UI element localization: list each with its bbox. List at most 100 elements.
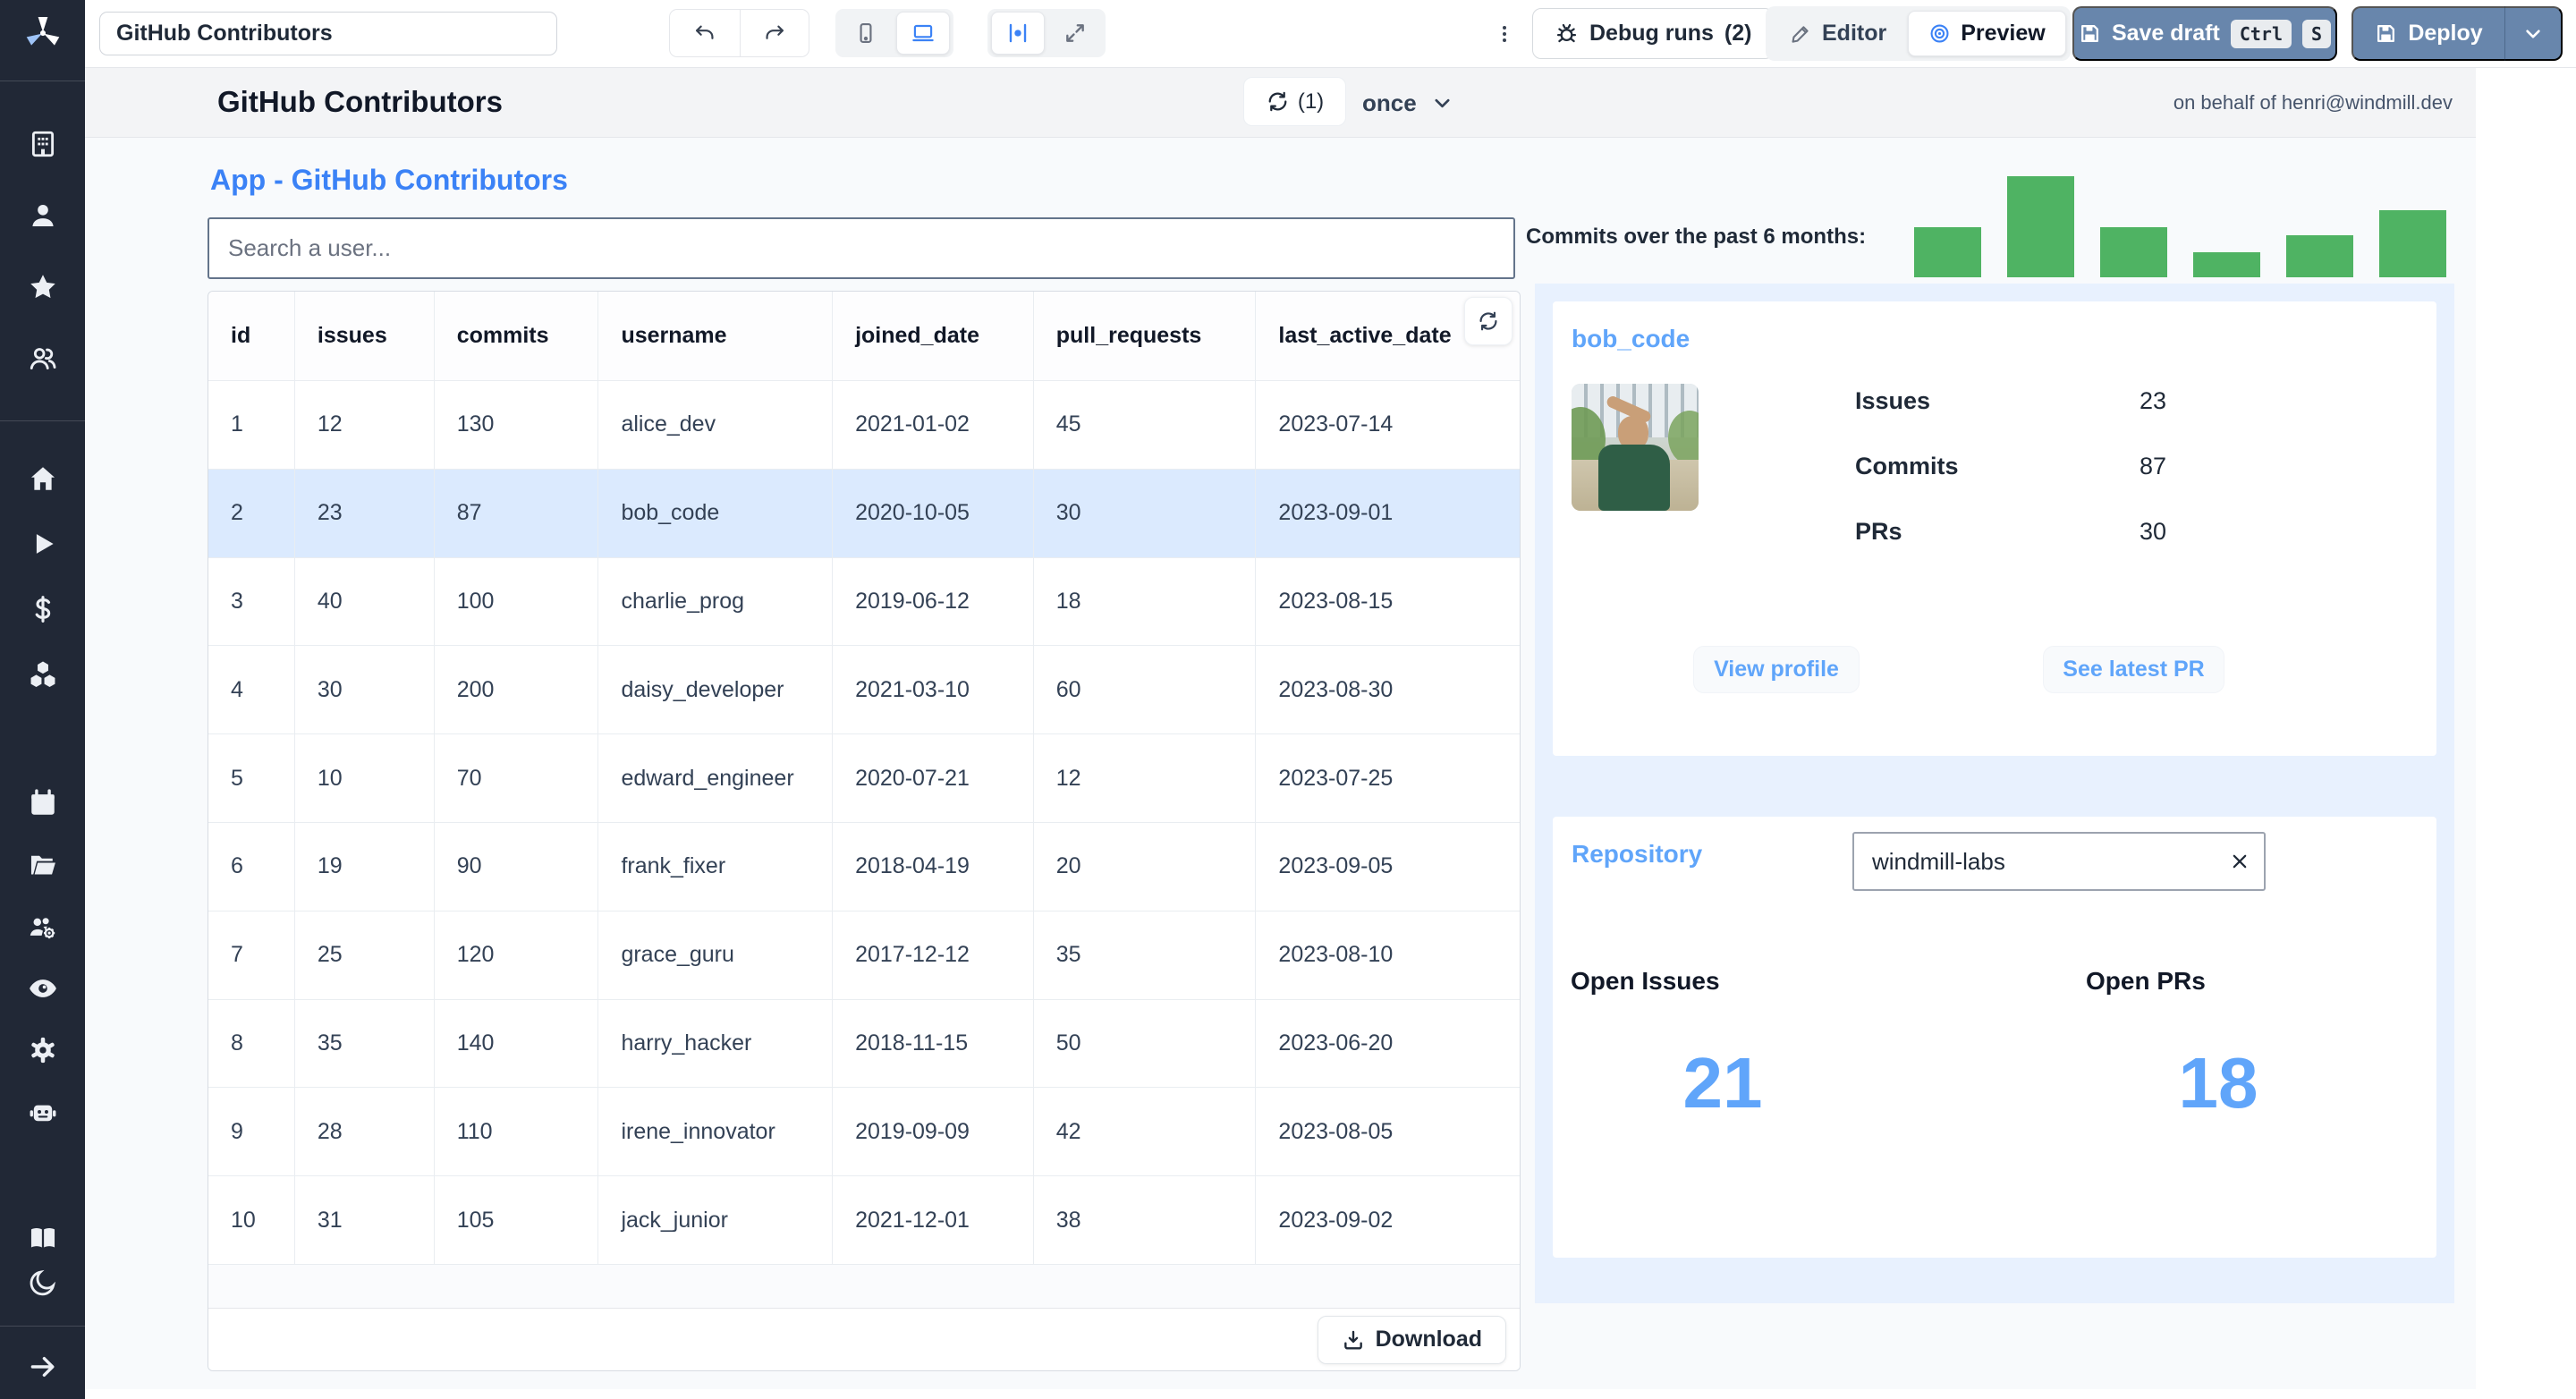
device-toggle [835, 9, 953, 57]
table-cell: bob_code [598, 469, 834, 557]
table-row[interactable]: 1 12 130 alice_dev 2021-01-02 45 2023-07… [208, 381, 1520, 470]
table-empty-strip [208, 1264, 1520, 1310]
table-cell: jack_junior [598, 1176, 834, 1264]
top-toolbar: Debug runs (2) Editor Preview Save draft… [85, 0, 2576, 68]
sidebar-group-bottom [0, 1223, 85, 1298]
building-icon[interactable] [28, 129, 58, 159]
table-cell: 110 [435, 1088, 599, 1176]
folder-icon[interactable] [28, 850, 58, 880]
table-row[interactable]: 7 25 120 grace_guru 2017-12-12 35 2023-0… [208, 911, 1520, 1000]
undo-button[interactable] [670, 10, 740, 56]
table-cell: 2021-03-10 [833, 646, 1034, 734]
table-cell: 25 [295, 911, 435, 999]
table-row[interactable]: 3 40 100 charlie_prog 2019-06-12 18 2023… [208, 557, 1520, 647]
table-cell: 28 [295, 1088, 435, 1176]
star-icon[interactable] [28, 272, 58, 302]
download-button[interactable]: Download [1317, 1315, 1506, 1364]
chevron-down-icon [1431, 92, 1453, 114]
open-issues-value: 21 [1682, 1043, 1763, 1123]
table-cell: 2023-08-15 [1278, 588, 1394, 614]
see-latest-pr-button[interactable]: See latest PR [2043, 646, 2224, 693]
schedule-dropdown[interactable]: once [1362, 68, 1453, 138]
table-footer: Download [208, 1308, 1520, 1370]
users-cog-icon[interactable] [28, 911, 58, 942]
table-header-cell: joined_date [833, 292, 1034, 380]
users-icon[interactable] [28, 343, 58, 374]
table-row[interactable]: 8 35 140 harry_hacker 2018-11-15 50 2023… [208, 999, 1520, 1089]
refresh-app-button[interactable]: (1) [1243, 77, 1346, 126]
save-draft-button[interactable]: Save draft Ctrl S [2072, 6, 2337, 61]
app-header-band: GitHub Contributors (1) once on behalf o… [85, 68, 2476, 138]
more-menu-button[interactable] [1485, 14, 1524, 54]
table-row[interactable]: 2 23 87 bob_code 2020-10-05 30 2023-09-0… [208, 469, 1520, 558]
table-cell: 2020-07-21 [833, 734, 1034, 822]
sidebar-group-main [0, 463, 85, 690]
redo-button[interactable] [739, 10, 809, 56]
app-title-input[interactable] [99, 12, 557, 55]
table-refresh-button[interactable] [1464, 297, 1513, 345]
eye-icon[interactable] [28, 973, 58, 1004]
deploy-button[interactable]: Deploy [2351, 6, 2563, 61]
cubes-icon[interactable] [28, 659, 58, 690]
table-cell: 105 [435, 1176, 599, 1264]
pencil-icon [1790, 22, 1812, 45]
table-cell: 2 [208, 469, 295, 557]
robot-icon[interactable] [28, 1097, 58, 1127]
stat-row: Issues 23 [1855, 387, 2166, 414]
table-cell: 19 [295, 822, 435, 911]
play-icon[interactable] [28, 529, 58, 559]
table-row[interactable]: 5 10 70 edward_engineer 2020-07-21 12 20… [208, 734, 1520, 823]
table-cell: 4 [208, 646, 295, 734]
table-cell: 35 [295, 999, 435, 1088]
table-cell: 23 [295, 469, 435, 557]
undo-icon [693, 21, 716, 45]
open-prs-label: Open PRs [2086, 967, 2206, 995]
expand-icon[interactable] [1048, 12, 1102, 55]
kbd-key: S [2302, 19, 2332, 48]
table-cell: frank_fixer [598, 822, 834, 911]
view-profile-button[interactable]: View profile [1693, 646, 1860, 693]
table-cell: 5 [208, 734, 295, 822]
phone-icon[interactable] [839, 12, 893, 55]
gear-icon[interactable] [28, 1035, 58, 1065]
home-icon[interactable] [28, 463, 58, 494]
avatar [1572, 384, 1699, 511]
table-cell: 10 [295, 734, 435, 822]
table-cell: 31 [295, 1176, 435, 1264]
tab-editor-label: Editor [1822, 21, 1887, 46]
table-row[interactable]: 10 31 105 jack_junior 2021-12-01 38 2023… [208, 1176, 1520, 1265]
deploy-dropdown-button[interactable] [2505, 23, 2561, 45]
chart-bar [2286, 235, 2353, 277]
table-row[interactable]: 9 28 110 irene_innovator 2019-09-09 42 2… [208, 1088, 1520, 1177]
close-icon [2229, 851, 2250, 872]
search-input[interactable] [208, 217, 1515, 279]
sidebar [0, 0, 85, 1399]
dollar-icon[interactable] [28, 594, 58, 624]
windmill-logo-icon[interactable] [22, 13, 64, 54]
book-icon[interactable] [28, 1223, 58, 1253]
table-cell: 2021-01-02 [833, 381, 1034, 469]
monitor-icon[interactable] [896, 12, 950, 55]
table-cell: 130 [435, 381, 599, 469]
align-center-icon[interactable] [991, 12, 1045, 55]
table-cell: 2021-12-01 [833, 1176, 1034, 1264]
user-icon[interactable] [28, 200, 58, 231]
repository-input[interactable] [1854, 834, 2216, 889]
table-cell: alice_dev [598, 381, 834, 469]
chevron-down-icon [2522, 23, 2544, 45]
arrow-right-icon[interactable] [28, 1352, 58, 1382]
app-heading: App - GitHub Contributors [210, 164, 568, 196]
table-header-cell: id [208, 292, 295, 380]
tab-preview[interactable]: Preview [1908, 11, 2066, 56]
table-row[interactable]: 6 19 90 frank_fixer 2018-04-19 20 2023-0… [208, 822, 1520, 911]
table-cell: 8 [208, 999, 295, 1088]
moon-icon[interactable] [28, 1268, 58, 1298]
debug-runs-button[interactable]: Debug runs (2) [1532, 8, 1775, 59]
table-cell: 6 [208, 822, 295, 911]
clear-repository-button[interactable] [2216, 834, 2264, 889]
table-cell: 42 [1034, 1088, 1257, 1176]
table-row[interactable]: 4 30 200 daisy_developer 2021-03-10 60 2… [208, 646, 1520, 735]
tab-editor[interactable]: Editor [1770, 11, 1906, 56]
calendar-icon[interactable] [28, 788, 58, 818]
table-cell: 87 [435, 469, 599, 557]
